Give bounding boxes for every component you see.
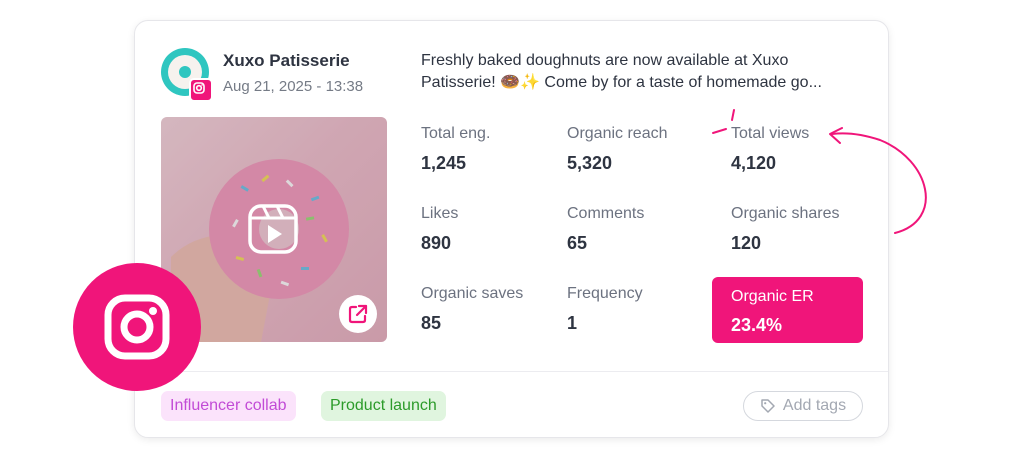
metric-frequency: Frequency 1: [567, 285, 643, 333]
reel-play-icon: [247, 203, 299, 255]
profile-avatar[interactable]: [161, 48, 213, 102]
divider: [135, 371, 888, 372]
post-caption: Freshly baked doughnuts are now availabl…: [421, 50, 871, 94]
tag-chip[interactable]: Product launch: [321, 391, 446, 421]
caption-line-1: Freshly baked doughnuts are now availabl…: [421, 52, 789, 69]
metric-organic-reach: Organic reach 5,320: [567, 125, 668, 173]
add-tags-label: Add tags: [782, 397, 847, 414]
post-date: Aug 21, 2025 - 13:38: [223, 78, 364, 95]
tag-chip[interactable]: Influencer collab: [161, 391, 296, 421]
metric-total-views: Total views 4,120: [731, 125, 810, 173]
metric-organic-er-highlight: Organic ER 23.4%: [712, 277, 863, 343]
post-card: Xuxo Patisserie Aug 21, 2025 - 13:38 Fre…: [134, 20, 889, 438]
author-name[interactable]: Xuxo Patisserie: [223, 51, 350, 71]
caption-line-2: Patisserie! 🍩✨ Come by for a taste of ho…: [421, 74, 822, 91]
external-link-icon[interactable]: [339, 295, 377, 333]
metric-likes: Likes 890: [421, 205, 459, 253]
add-tags-button[interactable]: Add tags: [743, 391, 863, 421]
instagram-icon: [73, 263, 201, 391]
metric-comments: Comments 65: [567, 205, 645, 253]
instagram-badge-icon: [189, 78, 213, 102]
metric-total-eng: Total eng. 1,245: [421, 125, 491, 173]
tag-icon: [761, 399, 775, 413]
metric-organic-saves: Organic saves 85: [421, 285, 524, 333]
metric-organic-shares: Organic shares 120: [731, 205, 840, 253]
